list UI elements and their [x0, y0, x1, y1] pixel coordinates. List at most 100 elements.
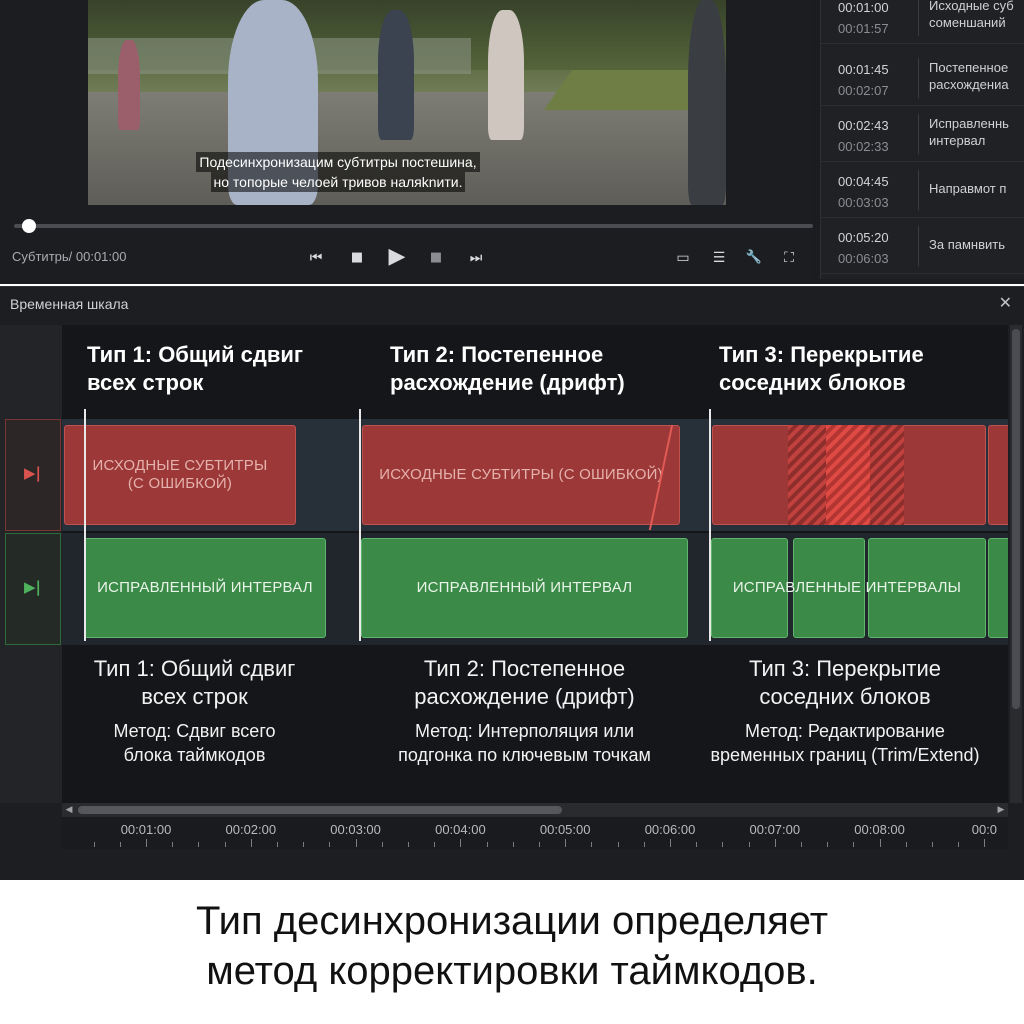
method-line-1: Метод: Интерполяция или: [414, 721, 635, 741]
stop-icon[interactable]: ■: [347, 249, 367, 267]
skip-forward-icon[interactable]: ⏭: [466, 249, 486, 267]
description-title-line-1: Тип 1: Общий сдвиг: [93, 656, 296, 681]
time-ruler[interactable]: 00:01:00 00:02:00 00:03:00 00:04:00 00:05:00…: [62, 817, 1008, 849]
ruler-tick: [591, 842, 593, 847]
list-item-divider: [918, 58, 919, 98]
ruler-tick: [670, 839, 671, 847]
description-title-line-2: соседних блоков: [759, 684, 931, 709]
subtitle-line-2: но топорые челоей тривов наляknити.: [210, 172, 466, 192]
timeline-canvas: Тип 1: Общий сдвиг всех строк Тип 2: Пос…: [62, 325, 1008, 803]
ruler-tick: [617, 842, 619, 847]
ruler-tick: [748, 842, 750, 847]
fullscreen-icon[interactable]: ⛶: [778, 249, 800, 267]
ruler-tick: [146, 839, 147, 847]
ruler-tick: [722, 842, 724, 847]
scroll-right-icon[interactable]: ▶: [994, 803, 1008, 817]
track-header-corrected[interactable]: ▶|: [5, 533, 61, 645]
ruler-tick-label: 00:04:00: [435, 822, 486, 837]
track-play-green-icon: ▶|: [24, 578, 42, 596]
list-item-start: 00:01:45: [838, 62, 889, 77]
method-line-2: подгонка по ключевым точкам: [398, 745, 651, 765]
list-item-start: 00:02:43: [838, 118, 889, 133]
horizontal-scroll-thumb[interactable]: [78, 806, 562, 814]
editor-top-area: Подесинхронизацим субтитры постешина, но…: [0, 0, 1024, 284]
ruler-tick: [93, 842, 95, 847]
overlap-region: [788, 425, 826, 525]
track-header-original[interactable]: ▶|: [5, 419, 61, 531]
seek-handle[interactable]: [21, 219, 36, 233]
stop-secondary-icon[interactable]: ■: [426, 249, 446, 267]
align-icon[interactable]: ☰: [708, 249, 730, 267]
list-item-divider: [918, 170, 919, 210]
ruler-tick: [879, 839, 881, 847]
ruler-tick: [853, 842, 855, 847]
list-item-divider: [918, 226, 919, 266]
vertical-scrollbar[interactable]: [1010, 325, 1022, 803]
ruler-tick-label: 00:02:00: [225, 822, 277, 837]
ruler-tick: [905, 842, 907, 847]
timeline-panel: Временная шкала ✕ ▶| ▶| Тип 1: Общий сдв…: [0, 286, 1024, 880]
subtitle-list: 00:01:00 00:01:57 Исходные суб соменшани…: [820, 0, 1024, 279]
ruler-tick: [827, 842, 829, 847]
ruler-tick-label: 00:03:00: [330, 822, 381, 837]
caption-line-1: Тип десинхронизации определяет: [195, 899, 829, 943]
list-item[interactable]: 00:05:20 00:06:03 За памнвить: [821, 218, 1024, 274]
original-block-type-3-next[interactable]: [988, 425, 1008, 525]
corrected-block-type-1[interactable]: ИСПРАВЛЕННЫЙ ИНТЕРВАЛ: [84, 538, 326, 638]
play-icon[interactable]: ▶: [384, 245, 410, 269]
method-line-2: блока таймкодов: [123, 745, 266, 765]
list-item-end: 00:06:03: [838, 251, 889, 266]
ruler-tick-label: 00:01:00: [120, 822, 172, 837]
ruler-tick-label: 00:07:00: [749, 822, 801, 837]
subtitle-line-1: Подесинхронизацим субтитры постешина,: [196, 152, 480, 172]
list-item-text: Направмот п: [929, 181, 1007, 196]
ruler-tick: [932, 842, 933, 847]
caption-line-2: метод корректировки таймкодов.: [206, 949, 818, 993]
list-item[interactable]: 00:02:43 00:02:33 Исправленнь интервал: [821, 106, 1024, 162]
description-title-line-1: Тип 3: Перекрытие: [748, 656, 942, 681]
description-title-line-2: расхождение (дрифт): [414, 684, 635, 709]
description-type-2: Тип 2: Постепенное расхождение (дрифт) М…: [352, 655, 697, 767]
overlap-region: [870, 425, 904, 525]
ruler-tick: [224, 842, 226, 847]
subtitle-toggle-icon[interactable]: ▭: [672, 249, 694, 267]
marker-line-type-1: [84, 409, 86, 641]
ruler-tick: [119, 842, 121, 847]
playback-status: Субтитрь/ 00:01:00: [12, 249, 127, 264]
skip-back-icon[interactable]: ⏮: [306, 249, 326, 267]
ruler-tick: [512, 842, 514, 847]
column-title-type-3: Тип 3: Перекрытие соседних блоков: [719, 341, 924, 397]
column-title-line-2: всех строк: [87, 370, 204, 395]
ruler-tick: [250, 839, 252, 847]
ruler-tick: [696, 842, 698, 847]
ruler-tick: [801, 842, 802, 847]
list-item[interactable]: 00:01:45 00:02:07 Постепенное расхождени…: [821, 50, 1024, 106]
list-item[interactable]: 00:04:45 00:03:03 Направмот п: [821, 162, 1024, 218]
list-item-end: 00:02:07: [838, 83, 889, 98]
original-block-type-2[interactable]: ИСХОДНЫЕ СУБТИТРЫ (С ОШИБКОЙ): [362, 425, 680, 525]
wrench-icon[interactable]: 🔧: [743, 249, 765, 267]
ruler-tick: [408, 842, 409, 847]
description-type-3: Тип 3: Перекрытие соседних блоков Метод:…: [692, 655, 998, 767]
column-title-type-2: Тип 2: Постепенное расхождение (дрифт): [390, 341, 625, 397]
marker-line-type-2: [359, 409, 361, 641]
video-person-walking: [378, 10, 414, 140]
horizontal-scrollbar[interactable]: ◀ ▶: [62, 803, 1008, 817]
column-title-line-1: Тип 1: Общий сдвиг: [87, 342, 304, 367]
ruler-tick: [329, 842, 331, 847]
column-title-line-2: расхождение (дрифт): [390, 370, 625, 395]
seek-bar[interactable]: [14, 224, 813, 228]
timeline-title: Временная шкала: [10, 296, 129, 312]
close-icon[interactable]: ✕: [999, 293, 1012, 312]
list-item-text: За памнвить: [929, 237, 1005, 252]
scroll-left-icon[interactable]: ◀: [62, 803, 76, 817]
corrected-block-type-2[interactable]: ИСПРАВЛЕННЫЙ ИНТЕРВАЛ: [361, 538, 688, 638]
original-block-type-1[interactable]: ИСХОДНЫЕ СУБТИТРЫ (С ОШИБКОЙ): [64, 425, 296, 525]
track-headers: ▶| ▶|: [0, 325, 62, 803]
track-play-red-icon: ▶|: [24, 464, 42, 482]
list-item[interactable]: 00:01:00 00:01:57 Исходные суб соменшани…: [821, 0, 1024, 44]
ruler-tick: [643, 842, 645, 847]
ruler-tick-label: 00:05:00: [539, 822, 591, 837]
vertical-scroll-thumb[interactable]: [1012, 329, 1020, 709]
video-player: Подесинхронизацим субтитры постешина, но…: [0, 0, 813, 284]
